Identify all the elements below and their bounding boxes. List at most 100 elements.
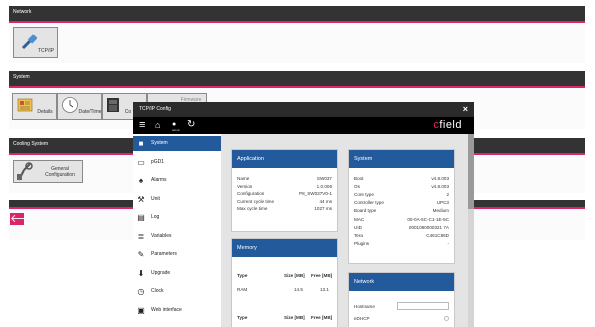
info-key: Controller type — [354, 200, 384, 206]
menu-icon[interactable]: ≡ — [139, 119, 145, 131]
tile-label: General Configuration — [45, 166, 75, 178]
nav-item-clock[interactable]: ◷ Clock — [133, 284, 221, 299]
controller-icon — [107, 98, 119, 112]
dhcp-label: eDHCP — [354, 316, 370, 321]
info-key: Os — [354, 184, 360, 190]
hostname-input[interactable] — [397, 302, 449, 310]
nav-item-variables[interactable]: ≣ Variables — [133, 229, 221, 244]
info-value: v4.8.003 — [431, 176, 449, 181]
card-title: Application — [232, 150, 337, 168]
nav-item-upgrade[interactable]: ⬇ Upgrade — [133, 266, 221, 281]
clock-icon: ◷ — [137, 287, 145, 296]
database-icon: ≣ — [137, 231, 145, 241]
info-key: Plugins — [354, 240, 370, 246]
info-value: P8_SW037V0-1 — [299, 191, 332, 197]
info-value: SW037 — [316, 176, 332, 181]
details-icon — [17, 98, 33, 112]
info-value: C461C86D — [426, 232, 449, 238]
tile-label: Co — [124, 109, 132, 115]
nav-item-pgd1[interactable]: ▭ pGD1 — [133, 155, 221, 170]
memory-card: Memory Type Size [MB] Free [MB] RAM 14.5… — [231, 238, 338, 327]
memory-header-free: Free [MB] — [311, 315, 333, 320]
nav-item-alarms[interactable]: ♠ Alarms — [133, 173, 221, 188]
nav-item-label: Parameters — [151, 251, 177, 257]
cfield-logo: cfield — [433, 119, 462, 131]
general-configuration-tile[interactable]: General Configuration — [13, 160, 83, 183]
nav-item-label: Clock — [151, 288, 164, 294]
toolbar: ≡ ⌂ ● admin ↻ cfield — [133, 117, 474, 134]
info-row: Boot v4.8.003 — [354, 175, 449, 182]
nav-item-system[interactable]: ■ System — [133, 136, 221, 151]
card-title: System — [349, 150, 454, 168]
info-row: Plugins - — [354, 240, 449, 247]
nav-item-unit[interactable]: ⚒ Unit — [133, 192, 221, 207]
nav-item-label: Unit — [151, 195, 160, 202]
nav-item-parameters[interactable]: ✎ Parameters — [133, 247, 221, 262]
card-title: Memory — [232, 239, 337, 257]
back-button[interactable]: 🡐 — [10, 213, 40, 225]
arrow-left-icon: 🡐 — [10, 213, 40, 225]
dialog-titlebar: TCP/IP Config × — [133, 102, 474, 117]
tile-label: TCP/IP — [37, 48, 55, 54]
unit-icon: ⚒ — [137, 194, 145, 204]
side-menu: ■ System ▭ pGD1 ♠ Alarms ⚒ Unit ▤ Log ≣ Variables ✎ P… — [133, 134, 221, 327]
info-row: UID 0001080000321 7A — [354, 224, 449, 231]
info-key: Name — [237, 176, 250, 181]
memory-header-size: Size [MB] — [284, 273, 305, 278]
configuration-icon — [17, 162, 33, 181]
clock-icon — [62, 97, 78, 113]
info-key: Board type — [354, 208, 377, 214]
info-value: UPC3 — [436, 200, 449, 206]
info-row: Controller type UPC3 — [354, 199, 449, 206]
application-card: Application Name SW037 Version 1.0.006 Confi… — [231, 149, 338, 232]
info-row: Board type Medium — [354, 207, 449, 214]
wrench-icon: ✎ — [137, 250, 145, 259]
info-key: Current cycle time — [237, 198, 275, 204]
dhcp-checkbox[interactable] — [444, 316, 449, 321]
log-icon: ▤ — [137, 213, 145, 222]
info-value: - — [447, 240, 449, 246]
card-title: Network — [349, 273, 454, 291]
info-value: 1027 ms — [314, 206, 332, 212]
nav-item-label: Upgrade — [151, 269, 171, 276]
info-value: 44 ms — [319, 198, 332, 204]
system-card: System Boot v4.8.003 Os v4.8.003 Core type 2 C… — [348, 149, 455, 264]
bell-icon: ♠ — [138, 176, 144, 185]
section-header: System — [9, 71, 585, 88]
nav-item-label: Log — [151, 214, 160, 220]
memory-header-type: Type — [237, 273, 248, 278]
nav-item-log[interactable]: ▤ Log — [133, 210, 221, 225]
nav-item-label: Variables — [151, 232, 172, 239]
refresh-icon[interactable]: ↻ — [187, 119, 195, 131]
info-row: Current cycle time 44 ms — [237, 198, 332, 205]
download-icon: ⬇ — [137, 268, 145, 278]
tile-label: Date/Time — [78, 109, 102, 115]
details-tile[interactable]: Details — [12, 93, 57, 120]
date-time-tile[interactable]: Date/Time — [57, 93, 102, 120]
info-key: Boot — [354, 176, 364, 181]
info-row: Os v4.8.003 — [354, 183, 449, 190]
display-icon: ▭ — [137, 157, 145, 167]
info-key: Version — [237, 183, 253, 189]
info-value: 2 — [446, 192, 449, 198]
info-key: UID — [354, 224, 362, 230]
tcpip-tile[interactable]: TCP/IP — [13, 27, 58, 58]
content-area: Application Name SW037 Version 1.0.006 Confi… — [221, 134, 468, 327]
info-key: Tera — [354, 232, 363, 238]
home-icon[interactable]: ⌂ — [155, 119, 160, 131]
system-icon: ■ — [138, 139, 144, 148]
nav-item-web-interface[interactable]: ▣ Web interface — [133, 303, 221, 318]
scrollbar-thumb[interactable] — [468, 134, 474, 209]
info-value: 0001080000321 7A — [408, 224, 449, 230]
network-card: Network Hostname eDHCP — [348, 272, 455, 327]
info-row: Max cycle time 1027 ms — [237, 205, 332, 212]
memory-ram-type: RAM — [237, 287, 248, 292]
user-caption: admin — [172, 128, 181, 132]
memory-header-free: Free [MB] — [311, 273, 333, 278]
info-value: 00-0A-5C-C1-1E-5C — [407, 216, 449, 222]
close-icon[interactable]: × — [463, 102, 468, 117]
info-key: Max cycle time — [237, 206, 268, 212]
info-value: 1.0.006 — [316, 183, 332, 189]
network-section: Network TCP/IP — [9, 6, 585, 63]
info-row: Version 1.0.006 — [237, 183, 332, 190]
